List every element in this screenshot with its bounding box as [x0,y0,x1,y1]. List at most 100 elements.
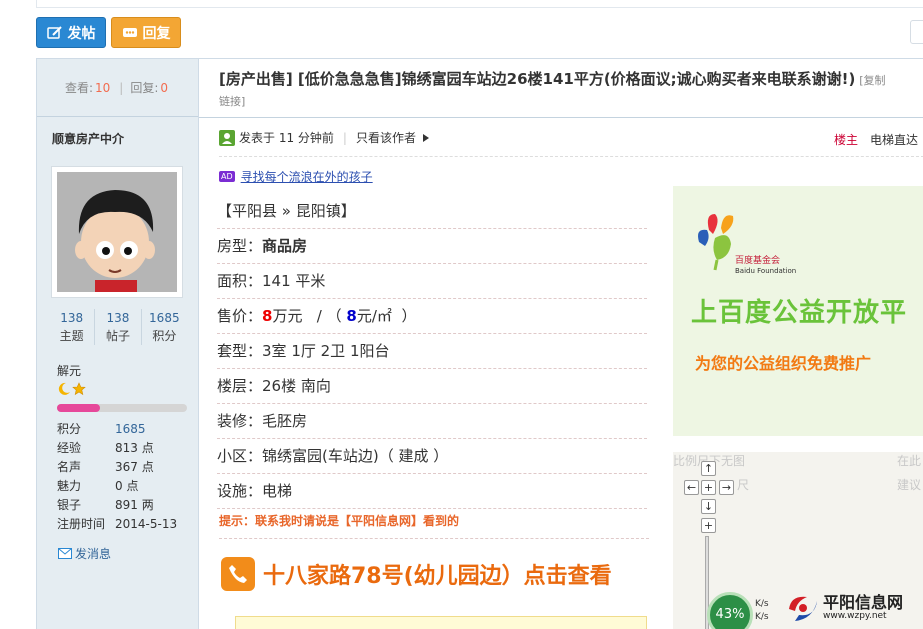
row-label: 小区： [217,447,263,465]
star-icon [72,382,86,396]
moon-icon [58,382,70,395]
map-text-right: 在此 [897,454,922,468]
baidu-foundation-banner[interactable]: 百度基金会 Baidu Foundation 上百度公益开放平 为您的公益组织免… [673,186,923,436]
ad-link[interactable]: 寻找每个流浪在外的孩子 [241,168,373,185]
reply-button[interactable]: 回复 [111,17,181,48]
copy-link[interactable]: [复制 [859,74,885,87]
rank-title: 解元 [57,364,82,378]
profile-row: 名声 367 点 [57,458,197,477]
profile-value: 367 点 [115,460,154,474]
stat-points[interactable]: 1685 积分 [142,309,187,345]
row-value: 141 平米 [262,272,326,290]
row-label: 楼层： [217,377,263,395]
listing-row-floor: 楼层：26楼 南向 [217,369,647,404]
banner-logo-text: 百度基金会 [735,256,781,266]
price-close: ） [401,307,417,325]
profile-key: 银子 [57,498,82,512]
profile-row: 经验 813 点 [57,439,197,458]
pan-up-button[interactable]: ↑ [701,461,716,476]
pan-left-button[interactable]: ← [684,480,699,495]
rank-icons [57,382,86,396]
profile-key: 名声 [57,460,82,474]
listing-row-decor: 装修：毛胚房 [217,404,647,439]
profile-value[interactable]: 1685 [115,420,146,439]
banner-subline: 为您的公益组织免费推广 [695,354,872,373]
phone-reveal[interactable]: 十八家路78号(幼儿园边）点击查看 [221,553,651,595]
row-value: 锦绣富园(车站边)（ 建成 ） [262,447,449,465]
level-progress-bar [57,404,187,412]
text-ad[interactable]: AD 寻找每个流浪在外的孩子 [219,168,373,185]
stat-label: 帖子 [105,329,130,343]
listing-row-area: 面积：141 平米 [217,264,647,299]
author-name[interactable]: 顺意房产中介 [37,117,198,147]
price-unit: 万元 [272,307,303,325]
profile-key: 经验 [57,441,82,455]
ad-badge: AD [219,171,235,182]
profile-key: 魅力 [57,479,82,493]
banner-logo-subtext: Baidu Foundation [735,267,797,275]
profile-value: 891 两 [115,498,154,512]
stat-label: 主题 [59,329,84,343]
profile-row: 积分 1685 [57,420,197,439]
phone-icon [221,557,255,591]
views-label: 查看: [64,81,94,95]
row-label: 面积： [217,272,263,290]
level-progress-fill [57,404,100,412]
top-strip [36,0,923,8]
copy-link-tail[interactable]: 链接] [219,95,245,108]
divider: | [342,130,347,145]
pan-right-button[interactable]: → [719,480,734,495]
pencil-icon [46,25,63,40]
envelope-icon [58,548,72,559]
avatar[interactable] [51,166,183,298]
listing-row-layout: 套型：3室 1厅 2卫 1阳台 [217,334,647,369]
pan-center-button[interactable]: + [701,480,716,495]
post-button-label: 发帖 [67,25,96,42]
divider: | [119,80,124,95]
stat-value: 138 [60,311,84,325]
post-container: 查看: 10 | 回复: 0 顺意房产中介 138 主题 138 帖子 1685… [36,58,923,629]
pan-down-button[interactable]: ↓ [701,499,716,514]
listing-row-price: 售价：8万元 / （ 8元/㎡ ） [217,299,647,334]
triangle-right-icon [422,133,429,142]
phone-reveal-label: 十八家路78号(幼儿园边）点击查看 [263,564,612,589]
stat-value: 138 [106,311,130,325]
listing-details: 【平阳县 » 昆阳镇】 房型：商品房 面积：141 平米 售价：8万元 / （ … [217,194,647,509]
listing-location: 【平阳县 » 昆阳镇】 [217,194,647,229]
row-value: 电梯 [262,482,293,500]
avatar-image [57,172,177,292]
page-nav-box[interactable] [910,20,923,44]
stat-posts[interactable]: 138 帖子 [95,309,142,345]
title-divider [199,117,923,118]
floor-label: 楼主 [833,133,858,147]
contact-tip: 提示：联系我时请说是【平阳信息网】看到的 [219,514,460,528]
reply-button-label: 回复 [142,25,171,42]
post-button[interactable]: 发帖 [36,17,106,48]
profile-row: 魅力 0 点 [57,477,197,496]
profile-value: 813 点 [115,441,154,455]
author-sidebar: 查看: 10 | 回复: 0 顺意房产中介 138 主题 138 帖子 1685… [37,59,199,629]
stat-threads[interactable]: 138 主题 [49,309,96,345]
zoom-gauge: 43% [707,592,753,629]
only-author-link[interactable]: 只看该作者 [356,129,416,146]
banner-headline: 上百度公益开放平 [691,298,908,328]
posted-time: 发表于 11 分钟前 [239,131,334,145]
profile-key: 注册时间 [57,517,106,531]
elevator-link[interactable]: 电梯直达 [870,131,918,148]
views-count: 10 [95,80,111,95]
row-value: 3室 1厅 2卫 1阳台 [262,342,390,360]
zoom-in-button[interactable]: + [701,518,716,533]
profile-row: 注册时间 2014-5-13 [57,515,197,534]
replies-count: 0 [160,80,169,95]
stat-value: 1685 [149,311,180,325]
row-label: 套型： [217,342,263,360]
site-watermark: 平阳信息网 www.wzpy.net [785,586,923,629]
price-value: 8 [262,307,273,325]
post-title: [房产出售] [低价急急急售]锦绣富园车站边26楼141平方(价格面议;诚心购买… [219,70,856,88]
listing-row-community: 小区：锦绣富园(车站边)（ 建成 ） [217,439,647,474]
thread-stats: 查看: 10 | 回复: 0 [37,59,198,117]
send-message-link[interactable]: 发消息 [58,545,111,562]
send-message-label: 发消息 [75,547,112,561]
author-profile: 积分 1685 经验 813 点 名声 367 点 魅力 0 点 银子 891 两 注册时… [57,420,197,534]
upload-speed: K/s [755,599,769,609]
